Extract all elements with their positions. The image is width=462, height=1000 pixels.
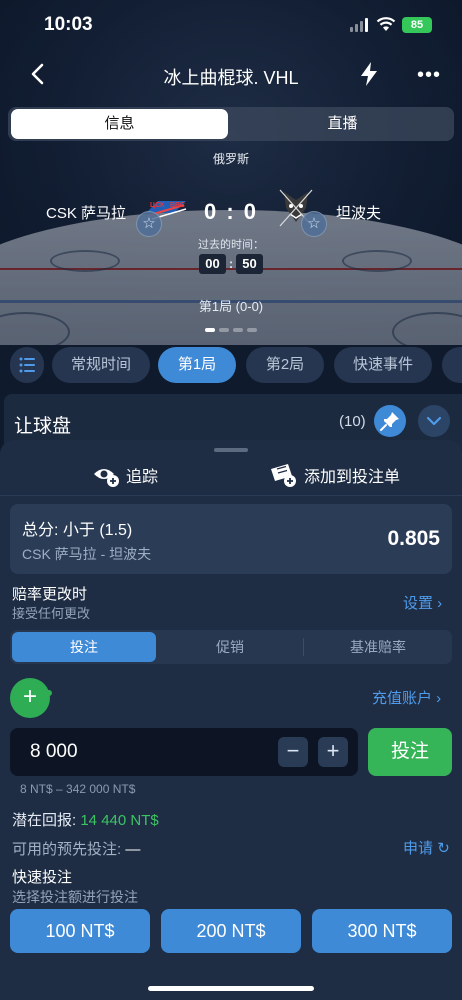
plus-icon: + [326,738,340,763]
tab-info[interactable]: 信息 [11,109,228,139]
tab-regular-time[interactable]: 常规时间 [52,347,150,383]
quick-bet-subtitle: 选择投注额进行投注 [12,889,138,905]
match-hero: 10:03 85 冰上曲棍球. VHL ••• 信息 直播 俄罗斯 CSK 萨马… [0,0,462,345]
tab-bet[interactable]: 投注 [12,632,156,662]
home-indicator [148,986,314,991]
odds-change-subtitle: 接受任何更改 [12,606,91,621]
potential-return: 潜在回报: 14 440 NT$ [12,809,159,830]
potential-return-value: 14 440 NT$ [80,812,159,829]
tab-live[interactable]: 直播 [234,109,451,139]
page-title: 冰上曲棍球. VHL [163,68,299,88]
quick-bet-amount-1[interactable]: 100 NT$ [10,909,150,953]
chevron-down-icon [426,416,442,426]
sheet-grabber[interactable] [214,448,248,452]
markets-list-button[interactable] [10,347,44,383]
status-bar: 10:03 85 [0,0,462,52]
battery-indicator: 85 [402,17,432,33]
away-team-name: 坦波夫 [336,205,382,222]
quick-bet-amount-2[interactable]: 200 NT$ [161,909,301,953]
increase-stake-button[interactable]: + [318,737,348,767]
minus-icon: − [286,738,300,763]
decrease-stake-button[interactable]: − [278,737,308,767]
signal-icon [350,18,368,32]
status-time: 10:03 [44,14,93,35]
favorite-away-star-icon[interactable]: ☆ [301,211,327,237]
track-button[interactable]: 追踪 [92,460,158,490]
more-icon[interactable]: ••• [417,65,441,85]
stake-value: 8 000 [30,741,78,762]
quick-bet-title: 快速投注 [12,869,73,886]
match-score: 0 : 0 [203,199,259,224]
wifi-icon [376,17,396,31]
pin-market-button[interactable] [374,405,406,437]
notification-dot [46,690,52,696]
bet-type-tabs: 投注 促销 基准赔率 [10,630,452,664]
freebet-label: 可用的预先投注: [12,841,122,858]
match-timer: 00:50 [199,254,263,274]
timer-minutes: 00 [199,254,226,274]
coupon-add-icon [271,464,296,487]
elapsed-time-label: 过去的时间： [198,239,264,251]
stake-range: 8 NT$ – 342 000 NT$ [20,782,136,796]
carousel-dots [205,328,257,332]
tab-base-odds[interactable]: 基准赔率 [306,632,450,662]
market-name: 让球盘 [14,416,72,437]
tab-promo[interactable]: 促销 [158,632,302,662]
view-switcher: 信息 直播 [8,107,454,141]
apply-label: 申请 [403,840,434,857]
track-label: 追踪 [126,469,159,486]
odds-change-settings-link[interactable]: 设置 › [403,592,442,613]
list-icon [19,357,35,373]
tab-more-overflow[interactable] [442,347,462,383]
expand-market-button[interactable] [418,405,450,437]
freebet-row: 可用的预先投注: — [12,838,140,859]
add-to-slip-button[interactable]: 添加到投注单 [268,460,400,490]
selection-bet: 总分: 小于 (1.5) [22,522,133,539]
add-bet-button[interactable]: + [10,678,50,718]
track-icon [94,469,119,487]
period-tabs: 常规时间 第1局 第2局 快速事件 [0,346,462,386]
selection-card: 总分: 小于 (1.5) CSK 萨马拉 - 坦波夫 0.805 [10,504,452,574]
selection-odds: 0.805 [387,527,440,550]
top-navigation: 冰上曲棍球. VHL ••• [0,52,462,98]
divider [0,495,462,496]
tab-period-2[interactable]: 第2局 [246,347,324,383]
place-bet-button[interactable]: 投注 [368,728,452,776]
potential-return-label: 潜在回报: [12,812,77,829]
lightning-icon[interactable] [358,61,380,87]
refresh-icon: ↻ [437,840,450,857]
app-root: 10:03 85 冰上曲棍球. VHL ••• 信息 直播 俄罗斯 CSK 萨马… [0,0,462,1000]
plus-icon: + [22,683,37,710]
freebet-value: — [125,841,141,858]
tab-quick-events[interactable]: 快速事件 [334,347,432,383]
timer-seconds: 50 [236,254,263,274]
odds-change-title: 赔率更改时 [12,586,88,603]
selection-match: CSK 萨马拉 - 坦波夫 [22,546,152,562]
market-count: (10) [339,413,366,430]
top-up-link[interactable]: 充值账户 › [372,687,441,708]
tab-period-1[interactable]: 第1局 [158,347,236,383]
match-country: 俄罗斯 [212,152,249,166]
tab-divider [303,638,304,656]
stake-input[interactable]: 8 000 − + [10,728,358,776]
pin-icon [380,412,399,431]
period-score: 第1局 (0-0) [198,299,264,314]
add-to-slip-label: 添加到投注单 [304,469,401,486]
apply-button[interactable]: 申请 ↻ [403,837,450,858]
quick-bet-amount-3[interactable]: 300 NT$ [312,909,452,953]
bet-sheet: 追踪 添加到投注单 总分: 小于 (1.5) CSK 萨马拉 - 坦波夫 0.8… [0,440,462,1000]
